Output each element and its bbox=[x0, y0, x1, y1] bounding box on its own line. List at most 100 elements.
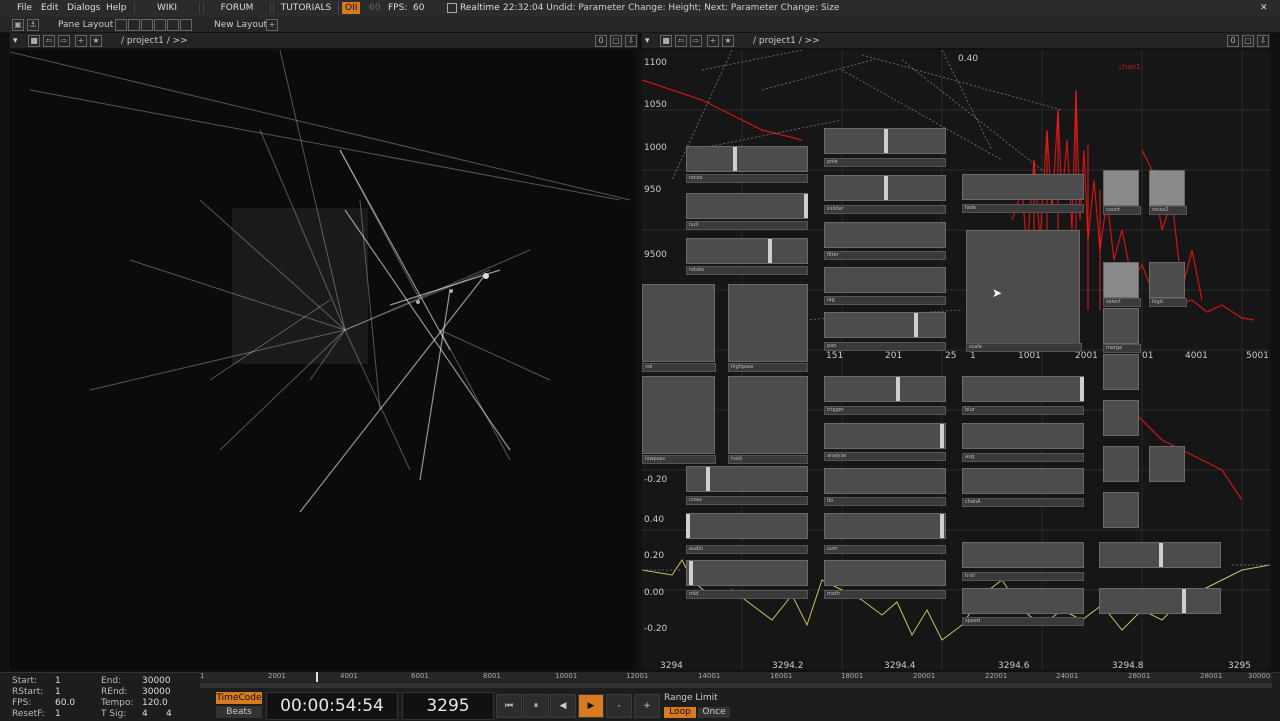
maximize-icon[interactable]: ▢ bbox=[1242, 35, 1254, 47]
end-label: End: bbox=[101, 676, 122, 686]
timecode-display[interactable]: 00:00:54:54 bbox=[266, 692, 398, 720]
ruler-tick: 4001 bbox=[340, 672, 358, 680]
x-axis-label: 5001 bbox=[1246, 351, 1269, 361]
step-plus-button[interactable]: + bbox=[634, 694, 660, 718]
y-axis-label: 1100 bbox=[644, 58, 667, 68]
end-value[interactable]: 30000 bbox=[142, 676, 171, 686]
tempo-label: Tempo: bbox=[101, 698, 134, 708]
x-axis-label: 25 bbox=[945, 351, 957, 361]
pause-button[interactable]: ⏸ bbox=[523, 694, 549, 718]
x-axis-label: 3294.6 bbox=[998, 661, 1030, 670]
stop-icon[interactable]: ■ bbox=[660, 35, 672, 47]
left-pane-header: ▾ ■ ⇦ ⇨ + ★ / project1 / >> 0 ▢ ⇩ bbox=[10, 33, 638, 49]
right-pane-header: ▾ ■ ⇦ ⇨ + ★ / project1 / >> 0 ▢ ⇩ bbox=[642, 33, 1270, 49]
beats-button[interactable]: Beats bbox=[216, 706, 262, 718]
wiki-link[interactable]: WIKI bbox=[134, 2, 200, 14]
range-bar[interactable] bbox=[200, 683, 1272, 688]
y-axis-label: 1000 bbox=[644, 143, 667, 153]
ruler-tick: 1 bbox=[200, 672, 205, 680]
left-pane-number[interactable]: 0 bbox=[595, 35, 607, 47]
loop-button[interactable]: Loop bbox=[664, 707, 696, 718]
home-icon[interactable]: + bbox=[707, 35, 719, 47]
timeline-ruler[interactable]: 1 2001 4001 6001 8001 10001 12001 14001 … bbox=[200, 672, 1272, 682]
pane-menu-icon[interactable]: ▾ bbox=[645, 36, 650, 46]
left-path[interactable]: / project1 / >> bbox=[121, 36, 188, 46]
realtime-checkbox[interactable] bbox=[447, 3, 457, 13]
resetf-value[interactable]: 1 bbox=[55, 709, 61, 719]
add-layout-button[interactable]: + bbox=[266, 19, 278, 31]
menu-dialogs[interactable]: Dialogs bbox=[67, 3, 100, 13]
pane-icon[interactable]: ▣ bbox=[12, 19, 24, 31]
menu-file[interactable]: File bbox=[17, 3, 32, 13]
ruler-tick: 20001 bbox=[913, 672, 936, 680]
step-minus-button[interactable]: - bbox=[606, 694, 632, 718]
start-value[interactable]: 1 bbox=[55, 676, 61, 686]
forum-link[interactable]: FORUM bbox=[203, 2, 271, 14]
right-path[interactable]: / project1 / >> bbox=[753, 36, 820, 46]
maximize-icon[interactable]: ▢ bbox=[610, 35, 622, 47]
back-icon[interactable]: ⇦ bbox=[675, 35, 687, 47]
ruler-tick: 28001 bbox=[1200, 672, 1223, 680]
close-icon[interactable]: ✕ bbox=[1260, 3, 1268, 13]
split-icon[interactable]: ⇩ bbox=[625, 35, 637, 47]
tempo-value[interactable]: 120.0 bbox=[142, 698, 168, 708]
tutorials-link[interactable]: TUTORIALS bbox=[273, 2, 339, 14]
y-axis-label: 9500 bbox=[644, 250, 667, 260]
layout-1-icon[interactable] bbox=[115, 19, 127, 31]
play-button[interactable]: ▶ bbox=[578, 694, 604, 718]
tsig-numerator[interactable]: 4 bbox=[142, 709, 148, 719]
tsig-denominator[interactable]: 4 bbox=[166, 709, 172, 719]
render-viewer[interactable] bbox=[10, 50, 636, 670]
sixty-toggle[interactable]: 60 bbox=[369, 3, 380, 13]
y-axis-label: 950 bbox=[644, 185, 662, 195]
network-editor[interactable]: 1100 1050 1000 950 9500 -0.20 0.40 0.20 … bbox=[642, 50, 1270, 670]
new-layout-tab[interactable]: New Layout bbox=[214, 20, 267, 30]
menu-edit[interactable]: Edit bbox=[41, 3, 58, 13]
viewer-canvas bbox=[10, 50, 631, 513]
fps-bottom-value[interactable]: 60.0 bbox=[55, 698, 75, 708]
y-axis-label: 1050 bbox=[644, 100, 667, 110]
layout-3-icon[interactable] bbox=[141, 19, 153, 31]
bookmark-icon[interactable]: ★ bbox=[90, 35, 102, 47]
forward-icon[interactable]: ⇨ bbox=[58, 35, 70, 47]
x-axis-label: 01 bbox=[1142, 351, 1154, 361]
split-icon[interactable]: ⇩ bbox=[1257, 35, 1269, 47]
ruler-tick: 22001 bbox=[985, 672, 1008, 680]
x-axis-label: 4001 bbox=[1185, 351, 1208, 361]
oii-button[interactable]: OII bbox=[342, 2, 361, 14]
anchor-icon[interactable]: ⚓ bbox=[27, 19, 39, 31]
ruler-tick: 10001 bbox=[555, 672, 578, 680]
pane-menu-icon[interactable]: ▾ bbox=[13, 36, 18, 46]
forward-icon[interactable]: ⇨ bbox=[690, 35, 702, 47]
layout-6-icon[interactable] bbox=[180, 19, 192, 31]
x-axis-label: 3294 bbox=[660, 661, 683, 670]
layout-4-icon[interactable] bbox=[154, 19, 166, 31]
x-axis-label: 3294.2 bbox=[772, 661, 804, 670]
rstart-label: RStart: bbox=[12, 687, 44, 697]
chart-channel-label: chan1 bbox=[1119, 63, 1141, 71]
frame-display[interactable]: 3295 bbox=[402, 692, 494, 720]
menu-help[interactable]: Help bbox=[106, 3, 127, 13]
timecode-button[interactable]: TimeCode bbox=[216, 692, 262, 704]
layout-2-icon[interactable] bbox=[128, 19, 140, 31]
ruler-tick: 24001 bbox=[1056, 672, 1079, 680]
home-icon[interactable]: + bbox=[75, 35, 87, 47]
ruler-tick: 12001 bbox=[626, 672, 649, 680]
x-axis-label: 1001 bbox=[1018, 351, 1041, 361]
rstart-value[interactable]: 1 bbox=[55, 687, 61, 697]
ruler-tick: 8001 bbox=[483, 672, 501, 680]
stop-icon[interactable]: ■ bbox=[28, 35, 40, 47]
back-icon[interactable]: ⇦ bbox=[43, 35, 55, 47]
x-axis-label: 1 bbox=[970, 351, 976, 361]
bookmark-icon[interactable]: ★ bbox=[722, 35, 734, 47]
once-button[interactable]: Once bbox=[698, 707, 730, 718]
rewind-button[interactable]: ⏮ bbox=[496, 694, 522, 718]
ruler-tick: 2001 bbox=[268, 672, 286, 680]
rend-value[interactable]: 30000 bbox=[142, 687, 171, 697]
playhead[interactable] bbox=[316, 672, 318, 682]
resetf-label: ResetF: bbox=[12, 709, 45, 719]
layout-5-icon[interactable] bbox=[167, 19, 179, 31]
y-axis-label: 0.20 bbox=[644, 551, 665, 561]
right-pane-number[interactable]: 0 bbox=[1227, 35, 1239, 47]
step-back-button[interactable]: ◀ bbox=[550, 694, 576, 718]
